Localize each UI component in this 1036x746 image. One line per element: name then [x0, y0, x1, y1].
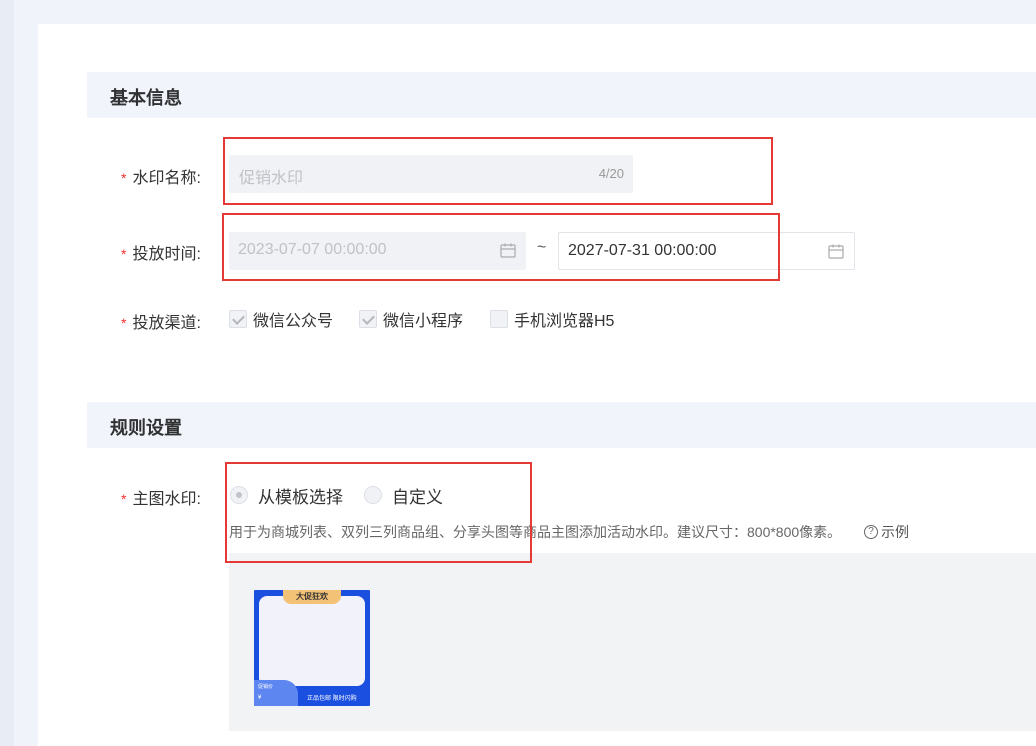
template-image-frame [259, 596, 365, 686]
checkbox-checked-icon[interactable] [229, 310, 247, 328]
basic-info-header: 基本信息 [87, 72, 1036, 118]
highlight-box-time [222, 213, 780, 281]
required-mark: * [121, 491, 127, 507]
channel-checkbox-mobile-h5[interactable]: 手机浏览器H5 [490, 309, 614, 330]
template-currency: ¥ [258, 695, 262, 701]
template-bottom-text: 正品包邮 限时闪购 [307, 696, 357, 702]
template-preview-area: 大促狂欢 促销价 ¥ 正品包邮 限时闪购 [229, 553, 1036, 731]
required-mark: * [121, 170, 127, 186]
delivery-time-label: * 投放时间: [121, 246, 201, 263]
question-circle-icon: ? [864, 525, 878, 539]
left-sidebar-strip [0, 0, 14, 746]
watermark-template-thumbnail[interactable]: 大促狂欢 促销价 ¥ 正品包邮 限时闪购 [254, 590, 370, 706]
form-panel: 基本信息 * 水印名称: 促销水印 4/20 * 投放时间: 2023-07-07 … [38, 24, 1036, 746]
example-link[interactable]: ? 示例 [864, 522, 909, 542]
main-image-watermark-label: * 主图水印: [121, 491, 201, 508]
channel-checkbox-wechat-official[interactable]: 微信公众号 [229, 309, 333, 330]
template-price-label: 促销价 [258, 684, 274, 690]
channel-checkbox-wechat-miniprogram[interactable]: 微信小程序 [359, 309, 463, 330]
highlight-box-watermark [225, 462, 532, 563]
basic-info-title: 基本信息 [110, 88, 182, 108]
calendar-icon [828, 244, 844, 259]
highlight-box-name [223, 137, 773, 205]
required-mark: * [121, 315, 127, 331]
rule-settings-title: 规则设置 [110, 418, 182, 438]
checkbox-unchecked-icon[interactable] [490, 310, 508, 328]
delivery-channel-label: * 投放渠道: [121, 315, 201, 332]
checkbox-checked-icon[interactable] [359, 310, 377, 328]
watermark-name-label: * 水印名称: [121, 170, 201, 187]
required-mark: * [121, 246, 127, 262]
template-tag: 大促狂欢 [283, 590, 341, 604]
rule-settings-header: 规则设置 [87, 402, 1036, 448]
